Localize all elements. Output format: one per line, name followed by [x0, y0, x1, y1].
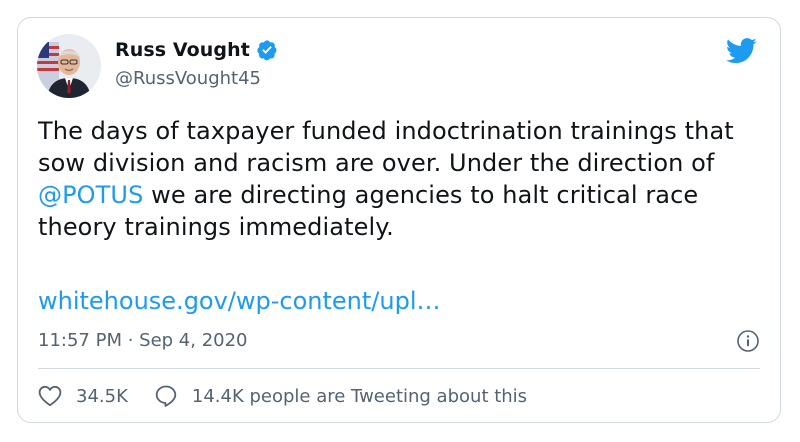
tweet-actions: 34.5K 14.4K people are Tweeting about th… [38, 384, 527, 408]
conversation-text: 14.4K people are Tweeting about this [191, 385, 528, 407]
like-count: 34.5K [76, 385, 128, 407]
tweet-text: The days of taxpayer funded indoctrinati… [38, 115, 758, 243]
mention-link[interactable]: @POTUS [38, 181, 143, 209]
speech-bubble-icon [155, 385, 177, 407]
twitter-bird-icon[interactable] [725, 38, 757, 64]
tweet-link[interactable]: whitehouse.gov/wp-content/upl… [38, 285, 441, 317]
author-handle[interactable]: @RussVought45 [115, 68, 261, 89]
author-name[interactable]: Russ Vought [115, 39, 250, 61]
tweet-card: Russ Vought @RussVought45 The days of ta… [17, 17, 781, 423]
divider [38, 368, 760, 369]
like-button[interactable]: 34.5K [38, 385, 128, 407]
verified-badge-icon [256, 39, 278, 61]
tweet-text-before: The days of taxpayer funded indoctrinati… [38, 117, 734, 177]
conversation-button[interactable]: 14.4K people are Tweeting about this [154, 384, 527, 408]
info-icon[interactable] [736, 329, 760, 353]
author-name-row[interactable]: Russ Vought [115, 39, 278, 61]
heart-icon [38, 385, 62, 407]
tweet-timestamp[interactable]: 11:57 PM · Sep 4, 2020 [38, 330, 248, 351]
avatar[interactable] [37, 34, 101, 98]
